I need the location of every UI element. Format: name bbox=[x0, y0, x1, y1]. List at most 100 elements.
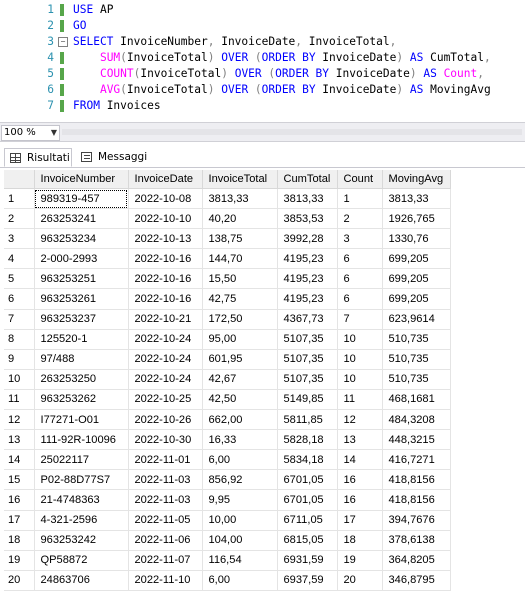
row-number[interactable]: 17 bbox=[4, 510, 35, 531]
table-cell[interactable]: 19 bbox=[337, 550, 383, 571]
row-number[interactable]: 19 bbox=[4, 550, 35, 571]
table-cell[interactable]: 2022-10-13 bbox=[128, 228, 203, 250]
table-cell[interactable]: 16 bbox=[337, 489, 383, 511]
table-row[interactable]: 16 21-4748363 2022-11-03 9,95 6701,05 16 418,8… bbox=[4, 489, 451, 511]
table-cell[interactable]: 510,735 bbox=[382, 369, 451, 390]
table-cell[interactable]: 9,95 bbox=[202, 489, 278, 511]
table-cell[interactable]: 2022-10-24 bbox=[128, 329, 203, 350]
table-cell[interactable]: 11 bbox=[337, 389, 383, 411]
table-cell[interactable]: 699,205 bbox=[382, 248, 451, 270]
table-cell[interactable]: 3 bbox=[337, 228, 383, 250]
table-cell[interactable]: 963253234 bbox=[34, 228, 129, 250]
row-number[interactable]: 10 bbox=[4, 369, 35, 390]
column-header[interactable]: CumTotal bbox=[277, 170, 338, 189]
table-row[interactable]: 20 24863706 2022-11-10 6,00 6937,59 20 346,879… bbox=[4, 570, 451, 591]
table-cell[interactable]: 15,50 bbox=[202, 268, 278, 290]
table-cell[interactable]: 116,54 bbox=[202, 550, 278, 571]
table-cell[interactable]: 963253262 bbox=[34, 389, 129, 411]
table-cell[interactable]: 2 bbox=[337, 208, 383, 230]
table-row[interactable]: 12 I77271-O01 2022-10-26 662,00 5811,85 12 484… bbox=[4, 409, 451, 431]
table-row[interactable]: 2 263253241 2022-10-10 40,20 3853,53 2 1926,76… bbox=[4, 208, 451, 230]
table-cell[interactable]: 510,735 bbox=[382, 349, 451, 370]
table-cell[interactable]: 16 bbox=[337, 469, 383, 491]
table-cell[interactable]: 856,92 bbox=[202, 469, 278, 491]
table-cell[interactable]: 2022-10-25 bbox=[128, 389, 203, 411]
table-cell[interactable]: 14 bbox=[337, 449, 383, 471]
table-cell[interactable]: 6815,05 bbox=[277, 530, 338, 551]
table-cell[interactable]: 2022-11-06 bbox=[128, 530, 203, 551]
table-cell[interactable]: 2022-11-01 bbox=[128, 449, 203, 471]
table-cell[interactable]: 3813,33 bbox=[202, 188, 278, 210]
table-cell[interactable]: 6701,05 bbox=[277, 489, 338, 511]
table-cell[interactable]: 5149,85 bbox=[277, 389, 338, 411]
code-line[interactable]: 2 GO bbox=[0, 18, 525, 34]
table-cell[interactable]: 10 bbox=[337, 369, 383, 390]
table-row[interactable]: 14 25022117 2022-11-01 6,00 5834,18 14 416,727… bbox=[4, 449, 451, 471]
table-cell[interactable]: 4195,23 bbox=[277, 288, 338, 310]
table-cell[interactable]: 5811,85 bbox=[277, 409, 338, 431]
table-cell[interactable]: 16,33 bbox=[202, 429, 278, 451]
table-cell[interactable]: 2022-11-10 bbox=[128, 570, 203, 591]
table-cell[interactable]: 4195,23 bbox=[277, 248, 338, 270]
table-cell[interactable]: 3813,33 bbox=[382, 188, 451, 210]
table-cell[interactable]: 963253261 bbox=[34, 288, 129, 310]
row-number[interactable]: 15 bbox=[4, 469, 35, 491]
results-grid[interactable]: InvoiceNumber InvoiceDate InvoiceTotal CumT… bbox=[4, 170, 525, 591]
table-cell[interactable]: 468,1681 bbox=[382, 389, 451, 411]
table-cell[interactable]: 5107,35 bbox=[277, 349, 338, 370]
table-cell[interactable]: 2022-10-24 bbox=[128, 369, 203, 390]
table-cell[interactable]: 2022-11-03 bbox=[128, 469, 203, 491]
table-cell[interactable]: 1926,765 bbox=[382, 208, 451, 230]
table-cell[interactable]: 2022-10-10 bbox=[128, 208, 203, 230]
table-cell[interactable]: 2022-11-05 bbox=[128, 510, 203, 531]
table-cell[interactable]: 3813,33 bbox=[277, 188, 338, 210]
table-cell[interactable]: 17 bbox=[337, 510, 383, 531]
table-cell[interactable]: 2022-10-26 bbox=[128, 409, 203, 431]
code-line[interactable]: 1 USE AP bbox=[0, 2, 525, 18]
table-cell[interactable]: 104,00 bbox=[202, 530, 278, 551]
table-cell[interactable]: 2022-10-21 bbox=[128, 309, 203, 330]
table-cell[interactable]: 623,9614 bbox=[382, 309, 451, 330]
row-number[interactable]: 4 bbox=[4, 248, 35, 270]
table-cell[interactable]: 1 bbox=[337, 188, 383, 210]
table-cell[interactable]: 2022-11-03 bbox=[128, 489, 203, 511]
row-number[interactable]: 20 bbox=[4, 570, 35, 591]
table-row[interactable]: 3 963253234 2022-10-13 138,75 3992,28 3 1330,7… bbox=[4, 228, 451, 250]
table-cell[interactable]: QP58872 bbox=[34, 550, 129, 571]
table-cell[interactable]: 144,70 bbox=[202, 248, 278, 270]
table-cell[interactable]: 172,50 bbox=[202, 309, 278, 330]
chevron-down-icon[interactable]: ▼ bbox=[51, 126, 57, 140]
table-cell[interactable]: 6711,05 bbox=[277, 510, 338, 531]
results-table[interactable]: InvoiceNumber InvoiceDate InvoiceTotal CumT… bbox=[4, 170, 451, 591]
table-row[interactable]: 5 963253251 2022-10-16 15,50 4195,23 6 699,205 bbox=[4, 268, 451, 290]
table-cell[interactable]: 263253241 bbox=[34, 208, 129, 230]
table-cell[interactable]: 2022-10-24 bbox=[128, 349, 203, 370]
table-cell[interactable]: 2-000-2993 bbox=[34, 248, 129, 270]
table-row[interactable]: 19 QP58872 2022-11-07 116,54 6931,59 19 364,82… bbox=[4, 550, 451, 571]
table-cell[interactable]: 5828,18 bbox=[277, 429, 338, 451]
table-cell[interactable]: 6937,59 bbox=[277, 570, 338, 591]
table-cell[interactable]: 699,205 bbox=[382, 268, 451, 290]
table-cell[interactable]: 5107,35 bbox=[277, 369, 338, 390]
editor-horizontal-scrollbar[interactable] bbox=[62, 129, 522, 135]
table-cell[interactable]: 12 bbox=[337, 409, 383, 431]
table-cell[interactable]: 4-321-2596 bbox=[34, 510, 129, 531]
column-header[interactable]: InvoiceNumber bbox=[34, 170, 129, 189]
table-row[interactable]: 18 963253242 2022-11-06 104,00 6815,05 18 378,… bbox=[4, 530, 451, 551]
table-row[interactable]: 8 125520-1 2022-10-24 95,00 5107,35 10 510,735 bbox=[4, 329, 451, 350]
fold-toggle-icon[interactable]: − bbox=[58, 37, 68, 47]
table-cell[interactable]: 510,735 bbox=[382, 329, 451, 350]
table-cell[interactable]: 42,50 bbox=[202, 389, 278, 411]
table-cell[interactable]: 963253251 bbox=[34, 268, 129, 290]
table-cell[interactable]: 448,3215 bbox=[382, 429, 451, 451]
table-row[interactable]: 15 P02-88D77S7 2022-11-03 856,92 6701,05 16 41… bbox=[4, 469, 451, 491]
table-cell[interactable]: 5107,35 bbox=[277, 329, 338, 350]
table-cell[interactable]: 25022117 bbox=[34, 449, 129, 471]
table-cell[interactable]: 364,8205 bbox=[382, 550, 451, 571]
table-cell[interactable]: 601,95 bbox=[202, 349, 278, 370]
table-cell[interactable]: 418,8156 bbox=[382, 489, 451, 511]
table-cell[interactable]: 42,67 bbox=[202, 369, 278, 390]
column-header[interactable]: InvoiceDate bbox=[128, 170, 203, 189]
table-cell[interactable]: 6 bbox=[337, 248, 383, 270]
table-cell[interactable]: 4195,23 bbox=[277, 268, 338, 290]
